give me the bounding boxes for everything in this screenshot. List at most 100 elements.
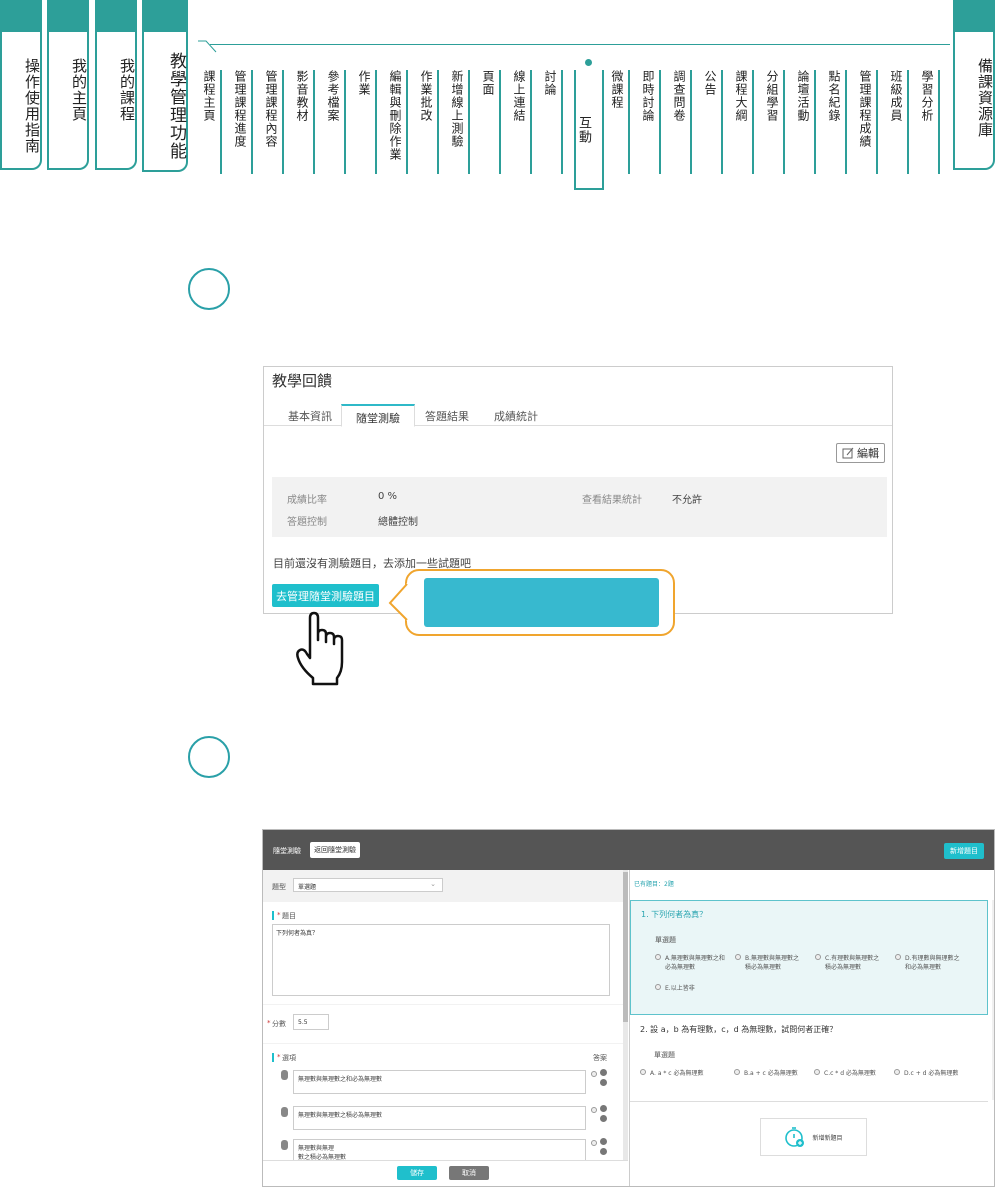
sub-tab[interactable]: 影音教材 <box>295 70 315 174</box>
sub-tab[interactable]: 討論 <box>543 70 563 174</box>
sub-tab[interactable]: 班級成員 <box>889 70 909 174</box>
active-dot <box>585 59 592 66</box>
callout-fill <box>424 578 659 627</box>
preview-card-1[interactable]: 1. 下列何者為真？ 單選題 A.無理數與無理數之和必為無理數 B.無理數與無理… <box>630 900 988 1015</box>
sub-tab[interactable]: 課程主頁 <box>202 70 222 174</box>
options-section: * 選項 答案 無理數與無理數之和必為無理數 無理數與無理數之積必為無理數 無理… <box>263 1044 623 1167</box>
sub-tab-label: 管理課程成績 <box>858 70 872 148</box>
sub-tab-label: 管理課程進度 <box>233 70 247 148</box>
preview-card-2[interactable]: 2. 設 a，b 為有理數，c，d 為無理數，試問何者正確？ 單選題 A. a … <box>630 1016 988 1102</box>
type-select[interactable]: 單選題 ⌄ <box>293 878 443 892</box>
sub-tab-label: 作業 <box>357 70 371 96</box>
choice-radio[interactable] <box>814 1069 820 1075</box>
nav-tab-label: 我的主頁 <box>70 58 88 122</box>
sub-tab[interactable]: 管理課程成績 <box>858 70 878 174</box>
sub-tab[interactable]: 新增線上測驗 <box>450 70 470 174</box>
answer-radio[interactable] <box>591 1140 597 1146</box>
tab-answer-results[interactable]: 答題結果 <box>411 404 483 427</box>
sub-tab-label: 新增線上測驗 <box>450 70 464 148</box>
manage-quiz-button[interactable]: 去管理隨堂測驗題目 <box>272 584 379 607</box>
nav-tab-label: 教學管理功能 <box>166 52 186 160</box>
sub-tab[interactable]: 即時討論 <box>641 70 661 174</box>
drag-handle-icon[interactable] <box>281 1140 288 1150</box>
choice-radio[interactable] <box>895 954 901 960</box>
add-option-icon[interactable] <box>600 1069 607 1076</box>
nav-tab-home[interactable]: 我的主頁 <box>47 0 89 170</box>
sub-tab[interactable]: 參考檔案 <box>326 70 346 174</box>
sub-tab-label: 編輯與刪除作業 <box>388 70 402 161</box>
nav-tab-resources[interactable]: 備課資源庫 <box>953 0 995 170</box>
chevron-down-icon: ⌄ <box>430 880 436 888</box>
tab-score-stats[interactable]: 成績統計 <box>480 404 552 427</box>
required-star: * <box>267 1019 271 1027</box>
choice-radio[interactable] <box>655 954 661 960</box>
nav-tab-teaching[interactable]: 教學管理功能 <box>142 0 188 172</box>
q2-type: 單選題 <box>654 1051 675 1059</box>
nav-tab-label: 操作使用指南 <box>23 58 41 154</box>
score-input[interactable]: 5.5 <box>293 1014 329 1030</box>
choice-radio[interactable] <box>640 1069 646 1075</box>
sub-tab[interactable]: 作業批改 <box>419 70 439 174</box>
choice-radio[interactable] <box>734 1069 740 1075</box>
remove-option-icon[interactable] <box>600 1115 607 1122</box>
sub-tab[interactable]: 線上連結 <box>512 70 532 174</box>
score-ratio-label: 成績比率 <box>287 495 327 506</box>
add-option-icon[interactable] <box>600 1105 607 1112</box>
sub-tab[interactable]: 管理課程進度 <box>233 70 253 174</box>
sub-tab-label: 微課程 <box>610 70 624 109</box>
q2-choice-c: C.c * d 必為無理數 <box>824 1070 876 1077</box>
sub-tab[interactable]: 課程大綱 <box>734 70 754 174</box>
sub-tab[interactable]: 學習分析 <box>920 70 940 174</box>
nav-tab-courses[interactable]: 我的課程 <box>95 0 137 170</box>
save-button[interactable]: 儲存 <box>397 1166 437 1180</box>
remove-option-icon[interactable] <box>600 1079 607 1086</box>
settings-summary: 成績比率 0 % 查看結果統計 不允許 答題控制 總體控制 <box>272 477 887 537</box>
sub-tab[interactable]: 點名紀錄 <box>827 70 847 174</box>
sub-tab[interactable]: 微課程 <box>610 70 630 174</box>
sub-tab-interaction[interactable]: 互動 <box>574 70 604 190</box>
nav-tab-guide[interactable]: 操作使用指南 <box>0 0 42 170</box>
q1-choice-c: C.有理數與無理數之積必為無理數 <box>825 955 880 971</box>
score-ratio-value: 0 % <box>378 491 398 502</box>
sub-tab[interactable]: 論壇活動 <box>796 70 816 174</box>
editor-title: 隨堂測驗 <box>273 847 301 855</box>
back-to-quiz-button[interactable]: 返回隨堂測驗 <box>310 842 360 858</box>
q1-title: 1. 下列何者為真？ <box>641 910 708 919</box>
step-circle-1 <box>188 268 230 310</box>
drag-handle-icon[interactable] <box>281 1070 288 1080</box>
tab-quiz[interactable]: 隨堂測驗 <box>341 404 415 427</box>
sub-tab[interactable]: 作業 <box>357 70 377 174</box>
add-option-icon[interactable] <box>600 1138 607 1145</box>
add-new-question-button[interactable]: 新增新題目 <box>760 1118 867 1156</box>
sub-tab-label: 線上連結 <box>512 70 526 122</box>
sub-tab-label: 分組學習 <box>765 70 779 122</box>
type-select-value: 單選題 <box>298 884 317 891</box>
cancel-button[interactable]: 取消 <box>449 1166 489 1180</box>
sub-tab[interactable]: 頁面 <box>481 70 501 174</box>
sub-tab[interactable]: 管理課程內容 <box>264 70 284 174</box>
choice-radio[interactable] <box>655 984 661 990</box>
option-input-2[interactable]: 無理數與無理數之積必為無理數 <box>293 1106 586 1130</box>
sub-tab[interactable]: 調查問卷 <box>672 70 692 174</box>
tab-basic-info[interactable]: 基本資訊 <box>274 404 346 427</box>
sub-tab[interactable]: 編輯與刪除作業 <box>388 70 408 174</box>
form-scrollbar[interactable] <box>623 870 628 1160</box>
required-star: * <box>277 911 281 919</box>
sub-tab[interactable]: 分組學習 <box>765 70 785 174</box>
option-input-1[interactable]: 無理數與無理數之和必為無理數 <box>293 1070 586 1094</box>
sub-tab-label: 管理課程內容 <box>264 70 278 148</box>
choice-radio[interactable] <box>815 954 821 960</box>
choice-radio[interactable] <box>735 954 741 960</box>
choice-radio[interactable] <box>894 1069 900 1075</box>
score-label: 分數 <box>272 1020 286 1028</box>
sub-tab[interactable]: 公告 <box>703 70 723 174</box>
answer-radio[interactable] <box>591 1071 597 1077</box>
answer-radio[interactable] <box>591 1107 597 1113</box>
add-question-button[interactable]: 新增題目 <box>944 843 984 859</box>
question-textarea[interactable]: 下列何者為真？ <box>272 924 610 996</box>
drag-handle-icon[interactable] <box>281 1107 288 1117</box>
edit-button[interactable]: 編輯 <box>836 443 885 463</box>
q1-choice-b: B.無理數與無理數之積必為無理數 <box>745 955 800 971</box>
remove-option-icon[interactable] <box>600 1148 607 1155</box>
editor-header: 隨堂測驗 返回隨堂測驗 新增題目 <box>263 830 994 870</box>
